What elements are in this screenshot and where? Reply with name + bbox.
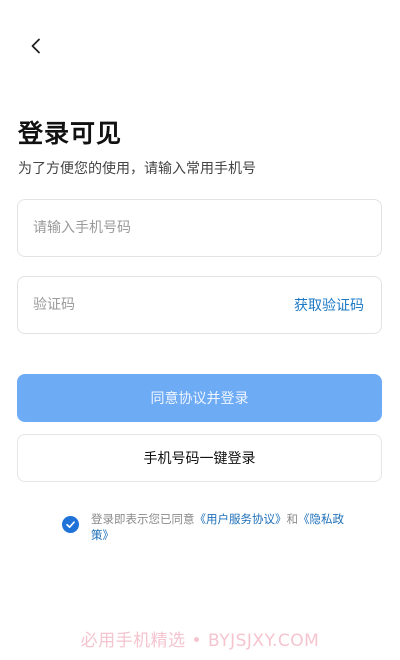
back-button[interactable] xyxy=(22,32,50,60)
get-code-button[interactable]: 获取验证码 xyxy=(294,295,364,315)
phone-field-container xyxy=(17,199,382,257)
agreement-text: 登录即表示您已同意《用户服务协议》和《隐私政策》 xyxy=(91,511,349,543)
watermark: 必用手机精选 • BYJSJXY.COM xyxy=(80,631,320,651)
phone-input[interactable] xyxy=(18,200,381,256)
agreement-row: 登录即表示您已同意《用户服务协议》和《隐私政策》 xyxy=(62,511,362,543)
agree-and-login-button[interactable]: 同意协议并登录 xyxy=(17,374,382,422)
code-field-container: 获取验证码 xyxy=(17,276,382,334)
agreement-checkbox[interactable] xyxy=(62,516,79,533)
agreement-prefix: 登录即表示您已同意 xyxy=(91,512,195,526)
verification-code-input[interactable] xyxy=(18,277,268,333)
agreement-conjunction: 和 xyxy=(286,512,299,526)
page-title: 登录可见 xyxy=(18,119,123,148)
user-agreement-link[interactable]: 《用户服务协议》 xyxy=(195,512,287,526)
page-subtitle: 为了方便您的使用，请输入常用手机号 xyxy=(18,161,256,177)
one-click-login-button[interactable]: 手机号码一键登录 xyxy=(17,434,382,482)
chevron-left-icon xyxy=(31,38,40,54)
check-icon xyxy=(66,521,75,528)
